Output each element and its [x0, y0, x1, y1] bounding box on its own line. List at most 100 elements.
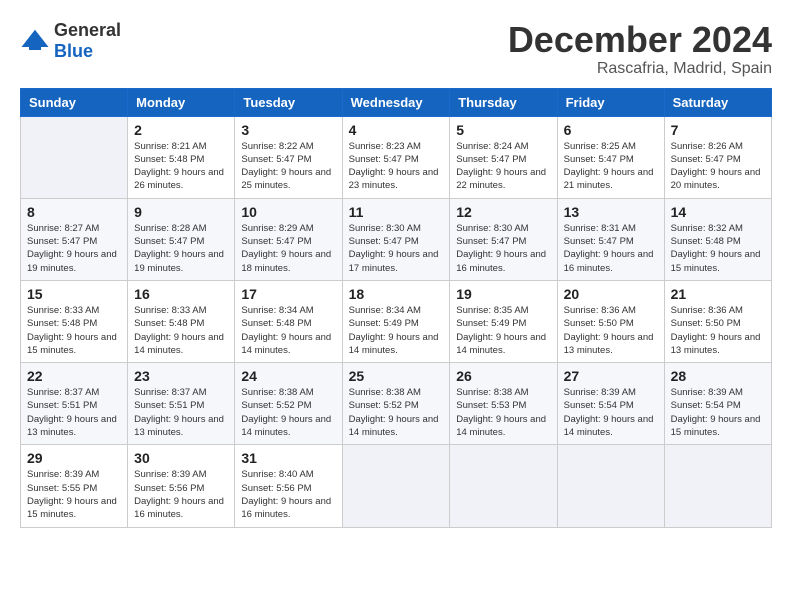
logo: General Blue [20, 20, 121, 62]
table-row: 15 Sunrise: 8:33 AMSunset: 5:48 PMDayligh… [21, 280, 128, 362]
day-info: Sunrise: 8:39 AMSunset: 5:55 PMDaylight:… [27, 468, 121, 521]
day-number: 17 [241, 286, 335, 302]
table-row [450, 445, 557, 527]
table-row: 14 Sunrise: 8:32 AMSunset: 5:48 PMDayligh… [664, 198, 771, 280]
col-friday: Friday [557, 88, 664, 116]
day-number: 15 [27, 286, 121, 302]
col-monday: Monday [128, 88, 235, 116]
day-info: Sunrise: 8:39 AMSunset: 5:56 PMDaylight:… [134, 468, 228, 521]
day-info: Sunrise: 8:36 AMSunset: 5:50 PMDaylight:… [671, 304, 765, 357]
table-row: 5 Sunrise: 8:24 AMSunset: 5:47 PMDaylight… [450, 116, 557, 198]
day-number: 20 [564, 286, 658, 302]
day-number: 30 [134, 450, 228, 466]
day-number: 31 [241, 450, 335, 466]
table-row: 28Sunrise: 8:39 AMSunset: 5:54 PMDayligh… [664, 363, 771, 445]
day-info: Sunrise: 8:34 AMSunset: 5:48 PMDaylight:… [241, 304, 335, 357]
calendar: Sunday Monday Tuesday Wednesday Thursday… [20, 88, 772, 528]
calendar-header-row: Sunday Monday Tuesday Wednesday Thursday… [21, 88, 772, 116]
day-info: Sunrise: 8:26 AMSunset: 5:47 PMDaylight:… [671, 140, 765, 193]
day-number: 25 [349, 368, 444, 384]
calendar-week-row: 29Sunrise: 8:39 AMSunset: 5:55 PMDayligh… [21, 445, 772, 527]
table-row: 22 Sunrise: 8:37 AMSunset: 5:51 PMDayligh… [21, 363, 128, 445]
logo-icon [20, 26, 50, 56]
day-number: 4 [349, 122, 444, 138]
day-info: Sunrise: 8:37 AMSunset: 5:51 PMDaylight:… [27, 386, 121, 439]
table-row: 30 Sunrise: 8:39 AMSunset: 5:56 PMDayligh… [128, 445, 235, 527]
day-number: 7 [671, 122, 765, 138]
day-info: Sunrise: 8:21 AMSunset: 5:48 PMDaylight:… [134, 140, 228, 193]
table-row: 9 Sunrise: 8:28 AMSunset: 5:47 PMDaylight… [128, 198, 235, 280]
day-number: 14 [671, 204, 765, 220]
col-sunday: Sunday [21, 88, 128, 116]
table-row: 24 Sunrise: 8:38 AMSunset: 5:52 PMDayligh… [235, 363, 342, 445]
day-number: 19 [456, 286, 550, 302]
day-info: Sunrise: 8:34 AMSunset: 5:49 PMDaylight:… [349, 304, 444, 357]
table-row: 10 Sunrise: 8:29 AMSunset: 5:47 PMDayligh… [235, 198, 342, 280]
table-row: 18 Sunrise: 8:34 AMSunset: 5:49 PMDayligh… [342, 280, 450, 362]
calendar-week-row: 2 Sunrise: 8:21 AMSunset: 5:48 PMDaylight… [21, 116, 772, 198]
day-number: 11 [349, 204, 444, 220]
table-row: 12 Sunrise: 8:30 AMSunset: 5:47 PMDayligh… [450, 198, 557, 280]
day-info: Sunrise: 8:33 AMSunset: 5:48 PMDaylight:… [134, 304, 228, 357]
table-row: 7 Sunrise: 8:26 AMSunset: 5:47 PMDaylight… [664, 116, 771, 198]
day-number: 9 [134, 204, 228, 220]
table-row: 6Sunrise: 8:25 AMSunset: 5:47 PMDaylight… [557, 116, 664, 198]
day-number: 16 [134, 286, 228, 302]
table-row [342, 445, 450, 527]
table-row: 16 Sunrise: 8:33 AMSunset: 5:48 PMDayligh… [128, 280, 235, 362]
day-info: Sunrise: 8:30 AMSunset: 5:47 PMDaylight:… [456, 222, 550, 275]
logo-text: General Blue [54, 20, 121, 62]
day-info: Sunrise: 8:39 AMSunset: 5:54 PMDaylight:… [564, 386, 658, 439]
day-info: Sunrise: 8:40 AMSunset: 5:56 PMDaylight:… [241, 468, 335, 521]
day-info: Sunrise: 8:32 AMSunset: 5:48 PMDaylight:… [671, 222, 765, 275]
table-row: 25 Sunrise: 8:38 AMSunset: 5:52 PMDayligh… [342, 363, 450, 445]
day-info: Sunrise: 8:38 AMSunset: 5:52 PMDaylight:… [241, 386, 335, 439]
table-row: 26 Sunrise: 8:38 AMSunset: 5:53 PMDayligh… [450, 363, 557, 445]
table-row: 8Sunrise: 8:27 AMSunset: 5:47 PMDaylight… [21, 198, 128, 280]
day-number: 6 [564, 122, 658, 138]
day-number: 2 [134, 122, 228, 138]
day-info: Sunrise: 8:38 AMSunset: 5:52 PMDaylight:… [349, 386, 444, 439]
table-row: 3Sunrise: 8:22 AMSunset: 5:47 PMDaylight… [235, 116, 342, 198]
calendar-week-row: 22 Sunrise: 8:37 AMSunset: 5:51 PMDayligh… [21, 363, 772, 445]
table-row: 21 Sunrise: 8:36 AMSunset: 5:50 PMDayligh… [664, 280, 771, 362]
day-number: 5 [456, 122, 550, 138]
table-row [664, 445, 771, 527]
day-info: Sunrise: 8:38 AMSunset: 5:53 PMDaylight:… [456, 386, 550, 439]
day-number: 27 [564, 368, 658, 384]
day-number: 24 [241, 368, 335, 384]
col-tuesday: Tuesday [235, 88, 342, 116]
day-info: Sunrise: 8:36 AMSunset: 5:50 PMDaylight:… [564, 304, 658, 357]
table-row: 17 Sunrise: 8:34 AMSunset: 5:48 PMDayligh… [235, 280, 342, 362]
day-info: Sunrise: 8:31 AMSunset: 5:47 PMDaylight:… [564, 222, 658, 275]
day-info: Sunrise: 8:33 AMSunset: 5:48 PMDaylight:… [27, 304, 121, 357]
col-thursday: Thursday [450, 88, 557, 116]
day-number: 26 [456, 368, 550, 384]
day-number: 13 [564, 204, 658, 220]
day-info: Sunrise: 8:37 AMSunset: 5:51 PMDaylight:… [134, 386, 228, 439]
table-row: 2 Sunrise: 8:21 AMSunset: 5:48 PMDaylight… [128, 116, 235, 198]
header: General Blue December 2024 Rascafria, Ma… [20, 20, 772, 78]
day-info: Sunrise: 8:35 AMSunset: 5:49 PMDaylight:… [456, 304, 550, 357]
day-info: Sunrise: 8:29 AMSunset: 5:47 PMDaylight:… [241, 222, 335, 275]
day-number: 18 [349, 286, 444, 302]
table-row [21, 116, 128, 198]
table-row: 23 Sunrise: 8:37 AMSunset: 5:51 PMDayligh… [128, 363, 235, 445]
day-info: Sunrise: 8:30 AMSunset: 5:47 PMDaylight:… [349, 222, 444, 275]
day-number: 23 [134, 368, 228, 384]
day-number: 12 [456, 204, 550, 220]
day-info: Sunrise: 8:23 AMSunset: 5:47 PMDaylight:… [349, 140, 444, 193]
day-info: Sunrise: 8:28 AMSunset: 5:47 PMDaylight:… [134, 222, 228, 275]
logo-general: General [54, 20, 121, 41]
day-number: 28 [671, 368, 765, 384]
table-row: 20 Sunrise: 8:36 AMSunset: 5:50 PMDayligh… [557, 280, 664, 362]
title-area: December 2024 Rascafria, Madrid, Spain [508, 20, 772, 78]
day-info: Sunrise: 8:24 AMSunset: 5:47 PMDaylight:… [456, 140, 550, 193]
day-number: 10 [241, 204, 335, 220]
day-number: 8 [27, 204, 121, 220]
table-row: 29Sunrise: 8:39 AMSunset: 5:55 PMDayligh… [21, 445, 128, 527]
month-title: December 2024 [508, 20, 772, 60]
table-row: 11 Sunrise: 8:30 AMSunset: 5:47 PMDayligh… [342, 198, 450, 280]
day-number: 21 [671, 286, 765, 302]
day-number: 22 [27, 368, 121, 384]
